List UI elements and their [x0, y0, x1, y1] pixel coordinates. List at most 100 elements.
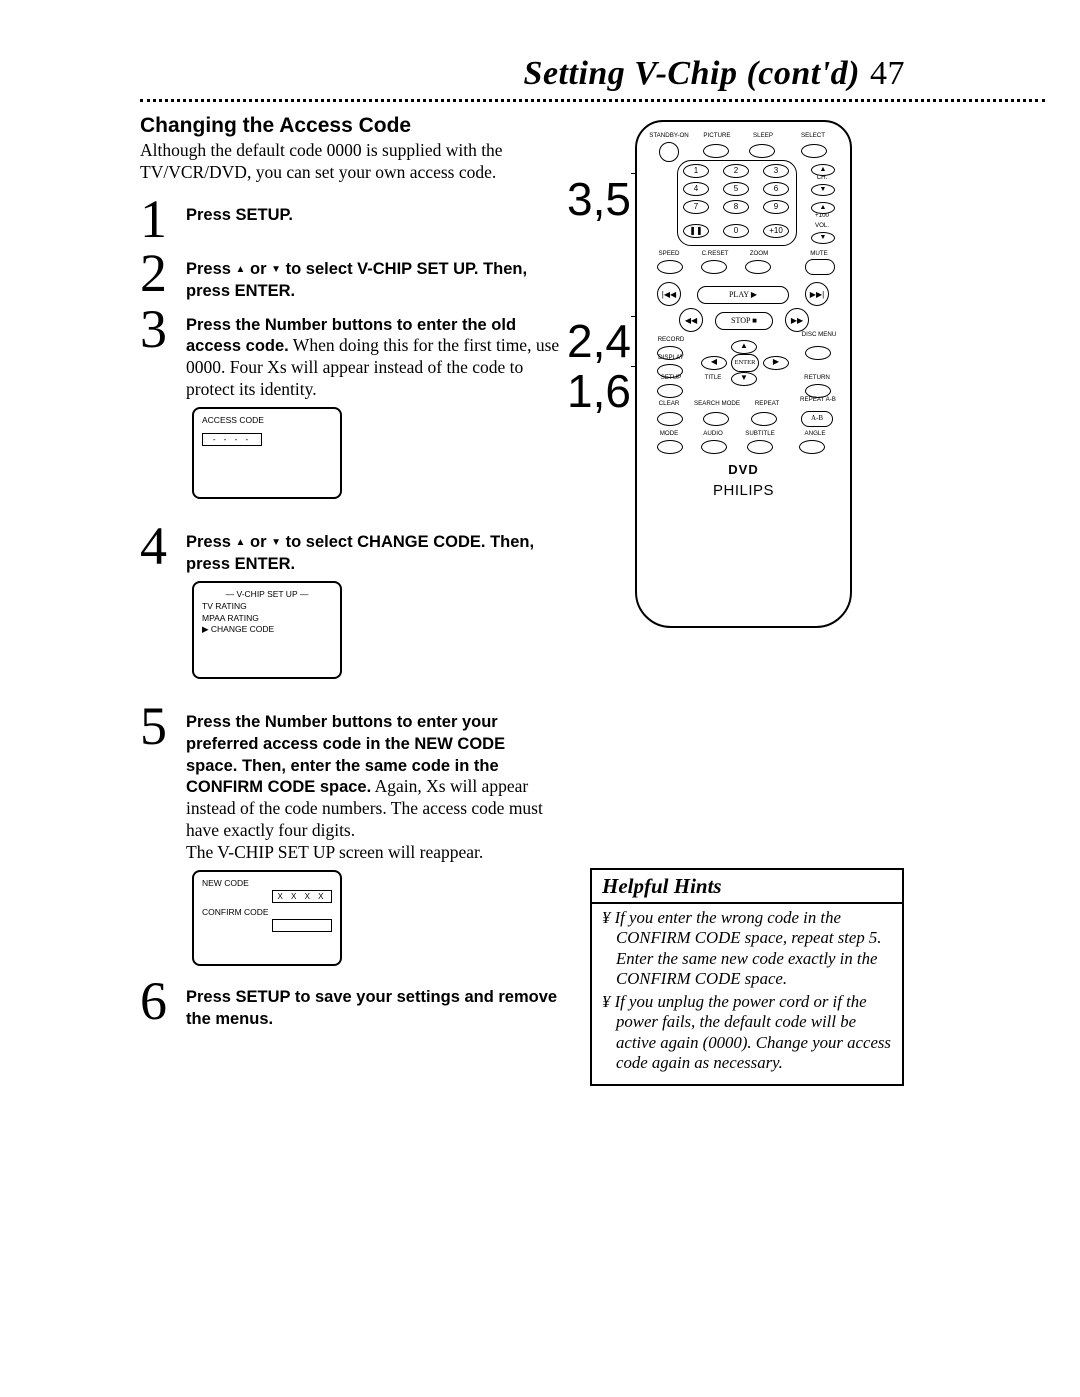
lbl-setup: SETUP	[651, 374, 691, 381]
num-9[interactable]: 9	[763, 200, 789, 214]
zoom-button[interactable]	[745, 260, 771, 274]
osd-new-code: NEW CODE X X X X CONFIRM CODE	[192, 870, 342, 966]
osd3-confirm-cell	[272, 919, 332, 932]
step-number: 1	[140, 192, 186, 246]
rewind-button[interactable]: ◀◀	[679, 308, 703, 332]
brand-label: PHILIPS	[637, 482, 850, 499]
num-1[interactable]: 1	[683, 164, 709, 178]
osd1-codecell: - - - -	[202, 433, 262, 446]
num-5[interactable]: 5	[723, 182, 749, 196]
step-number: 6	[140, 974, 186, 1028]
num-7[interactable]: 7	[683, 200, 709, 214]
step-2-pre: Press	[186, 260, 236, 278]
num-3[interactable]: 3	[763, 164, 789, 178]
osd-access-code: ACCESS CODE - - - -	[192, 407, 342, 499]
play-button[interactable]: PLAY ▶	[697, 286, 789, 304]
down-arrow-icon	[271, 533, 281, 551]
step-3: 3 Press the Number buttons to enter the …	[140, 308, 560, 402]
picture-button[interactable]	[703, 144, 729, 158]
step-1: 1 Press SETUP.	[140, 198, 560, 246]
osd1-title: ACCESS CODE	[202, 415, 332, 427]
callout-24: 2,4	[567, 318, 631, 364]
hints-title: Helpful Hints	[592, 870, 902, 904]
ffwd-button[interactable]: ▶▶	[785, 308, 809, 332]
osd3-newcode-cell: X X X X	[272, 890, 332, 903]
disc-menu-button[interactable]	[805, 346, 831, 360]
ch-up-button[interactable]: ▲	[811, 164, 835, 176]
creset-button[interactable]	[701, 260, 727, 274]
num-4[interactable]: 4	[683, 182, 709, 196]
page-number: 47	[870, 55, 905, 92]
osd3-line1: NEW CODE	[202, 878, 332, 890]
osd2-line4: ▶ CHANGE CODE	[202, 624, 332, 636]
num-plus10[interactable]: +10	[763, 224, 789, 238]
up-arrow-icon	[236, 533, 246, 551]
osd2-line1: — V-CHIP SET UP —	[202, 589, 332, 601]
step-6: 6 Press SETUP to save your settings and …	[140, 980, 560, 1030]
standby-button[interactable]	[659, 142, 679, 162]
searchmode-button[interactable]	[703, 412, 729, 426]
num-0[interactable]: 0	[723, 224, 749, 238]
speed-button[interactable]	[657, 260, 683, 274]
nav-down-button[interactable]: ▼	[731, 372, 757, 386]
nav-left-button[interactable]: ◀	[701, 356, 727, 370]
callout-16: 1,6	[567, 368, 631, 414]
page-header: Setting V-Chip (cont'd) 47	[140, 55, 1045, 93]
sleep-button[interactable]	[749, 144, 775, 158]
vol-up-button[interactable]: ▲	[811, 202, 835, 214]
lbl-creset: C.RESET	[695, 250, 735, 257]
step-6-text: Press SETUP to save your settings and re…	[186, 988, 557, 1028]
skip-fwd-button[interactable]: ▶▶|	[805, 282, 829, 306]
lbl-mute: MUTE	[799, 250, 839, 257]
pause-button[interactable]: ❚❚	[683, 224, 709, 238]
step-4: 4 Press or to select CHANGE CODE. Then, …	[140, 525, 560, 575]
enter-button[interactable]: ENTER	[731, 354, 759, 372]
lbl-clear: CLEAR	[651, 400, 687, 407]
lbl-return: RETURN	[795, 374, 839, 381]
lbl-searchmode: SEARCH MODE	[691, 400, 743, 407]
setup-button[interactable]	[657, 384, 683, 398]
step-5: 5 Press the Number buttons to enter your…	[140, 705, 560, 864]
subtitle-button[interactable]	[747, 440, 773, 454]
repeatab-button[interactable]: A-B	[801, 411, 833, 427]
lbl-sleep: SLEEP	[743, 132, 783, 139]
mode-button[interactable]	[657, 440, 683, 454]
down-arrow-icon	[271, 260, 281, 278]
lbl-display: DISPLAY	[651, 354, 691, 361]
angle-button[interactable]	[799, 440, 825, 454]
num-6[interactable]: 6	[763, 182, 789, 196]
vol-down-button[interactable]: ▼	[811, 232, 835, 244]
ch-down-button[interactable]: ▼	[811, 184, 835, 196]
osd2-line3: MPAA RATING	[202, 613, 332, 625]
step-1-text: Press SETUP.	[186, 206, 293, 224]
repeat-button[interactable]	[751, 412, 777, 426]
num-2[interactable]: 2	[723, 164, 749, 178]
select-button[interactable]	[801, 144, 827, 158]
lbl-title: TITLE	[695, 374, 731, 381]
nav-up-button[interactable]: ▲	[731, 340, 757, 354]
nav-right-button[interactable]: ▶	[763, 356, 789, 370]
osd2-line2: TV RATING	[202, 601, 332, 613]
up-arrow-icon	[236, 260, 246, 278]
callout-35: 3,5	[567, 176, 631, 222]
hint-1: ¥ If you enter the wrong code in the CON…	[602, 908, 892, 990]
lbl-subtitle: SUBTITLE	[737, 430, 783, 437]
lbl-mode: MODE	[651, 430, 687, 437]
intro-text: Although the default code 0000 is suppli…	[140, 140, 530, 184]
header-rule	[140, 99, 1045, 102]
remote-body: STANDBY-ON PICTURE SLEEP SELECT 1 2 3 4 …	[635, 120, 852, 628]
header-title-text: Setting V-Chip (cont'd)	[524, 55, 860, 92]
clear-button[interactable]	[657, 412, 683, 426]
stop-button[interactable]: STOP ■	[715, 312, 773, 330]
lbl-speed: SPEED	[651, 250, 687, 257]
step-number: 2	[140, 246, 186, 300]
section-title: Changing the Access Code	[140, 114, 560, 138]
num-8[interactable]: 8	[723, 200, 749, 214]
skip-back-button[interactable]: |◀◀	[657, 282, 681, 306]
audio-button[interactable]	[701, 440, 727, 454]
lbl-standby: STANDBY-ON	[647, 132, 691, 139]
lbl-zoom: ZOOM	[741, 250, 777, 257]
lbl-repeat: REPEAT	[747, 400, 787, 407]
lbl-select: SELECT	[789, 132, 837, 139]
mute-button[interactable]	[805, 259, 835, 275]
